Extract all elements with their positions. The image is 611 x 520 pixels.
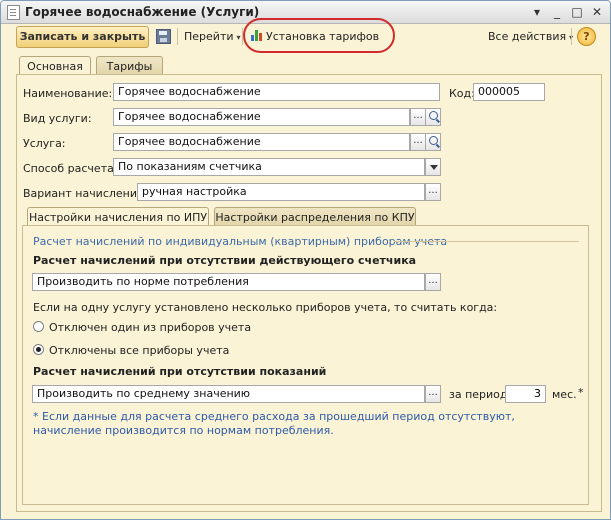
close-button[interactable]: ✕ [591, 6, 603, 18]
goto-menu[interactable]: Перейти ▾ [184, 30, 241, 43]
tab-tariffs[interactable]: Тарифы [96, 56, 163, 76]
name-label: Наименование: [23, 87, 113, 100]
no-readings-field[interactable]: Производить по среднему значению [32, 385, 425, 403]
service-type-field[interactable]: Горячее водоснабжение [113, 108, 410, 126]
accrual-variant-select-button[interactable]: ... [425, 183, 441, 201]
save-icon[interactable] [156, 29, 171, 44]
radio-all-meters-off-label[interactable]: Отключены все приборы учета [49, 344, 229, 357]
service-open-button[interactable] [425, 133, 441, 151]
goto-menu-label: Перейти [184, 30, 234, 43]
service-label: Услуга: [23, 137, 66, 150]
all-actions-menu[interactable]: Все действия▾ [488, 30, 573, 43]
note-line-1: * Если данные для расчета среднего расхо… [33, 410, 515, 423]
highlight-annotation [243, 18, 395, 53]
group-divider [394, 241, 579, 242]
required-mark: * [578, 386, 584, 399]
service-field[interactable]: Горячее водоснабжение [113, 133, 410, 151]
chevron-down-icon [430, 165, 438, 170]
multi-meter-question: Если на одну услугу установлено нескольк… [33, 301, 498, 314]
help-icon[interactable]: ? [577, 27, 596, 46]
no-meter-field[interactable]: Производить по норме потребления [32, 273, 425, 291]
main-window: Горячее водоснабжение (Услуги) ▾ _ □ ✕ З… [0, 0, 611, 520]
service-type-select-button[interactable]: ... [410, 108, 426, 126]
accrual-variant-field[interactable]: ручная настройка [137, 183, 425, 201]
accrual-variant-label: Вариант начисления: [23, 187, 148, 200]
no-meter-select-button[interactable]: ... [425, 273, 441, 291]
toolbar-separator [177, 28, 178, 45]
service-type-open-button[interactable] [425, 108, 441, 126]
all-actions-label: Все действия [488, 30, 567, 43]
minimize-button[interactable]: _ [551, 6, 563, 18]
save-and-close-button[interactable]: Записать и закрыть [16, 26, 149, 48]
toolbar-separator [571, 28, 572, 45]
ipu-group-title: Расчет начислений по индивидуальным (ква… [33, 235, 448, 248]
search-icon [429, 111, 438, 120]
calc-method-select[interactable]: По показаниям счетчика [113, 158, 425, 176]
window-title: Горячее водоснабжение (Услуги) [25, 5, 260, 19]
calc-method-label: Способ расчета: [23, 162, 118, 175]
name-field[interactable]: Горячее водоснабжение [113, 83, 440, 101]
chevron-down-icon: ▾ [236, 33, 241, 42]
maximize-button[interactable]: □ [571, 6, 583, 18]
tab-kpu-settings[interactable]: Настройки распределения по КПУ [214, 207, 416, 227]
radio-one-meter-off-label[interactable]: Отключен один из приборов учета [49, 321, 251, 334]
radio-all-meters-off[interactable] [33, 344, 44, 355]
period-label: за период: [449, 388, 512, 401]
period-input[interactable]: 3 [505, 385, 546, 403]
service-type-label: Вид услуги: [23, 112, 92, 125]
no-meter-title: Расчет начислений при отсутствии действу… [33, 254, 417, 267]
note-line-2: начисление производится по нормам потреб… [33, 424, 334, 437]
code-label: Код: [449, 87, 475, 100]
window-menu-button[interactable]: ▾ [531, 6, 543, 18]
radio-one-meter-off[interactable] [33, 321, 44, 332]
calc-method-dropdown-button[interactable] [425, 158, 441, 176]
no-readings-title: Расчет начислений при отсутствии показан… [33, 365, 327, 378]
document-icon [7, 5, 20, 20]
period-unit: мес. [552, 388, 577, 401]
code-field[interactable]: 000005 [473, 83, 545, 101]
search-icon [429, 136, 438, 145]
no-readings-select-button[interactable]: ... [425, 385, 441, 403]
service-select-button[interactable]: ... [410, 133, 426, 151]
